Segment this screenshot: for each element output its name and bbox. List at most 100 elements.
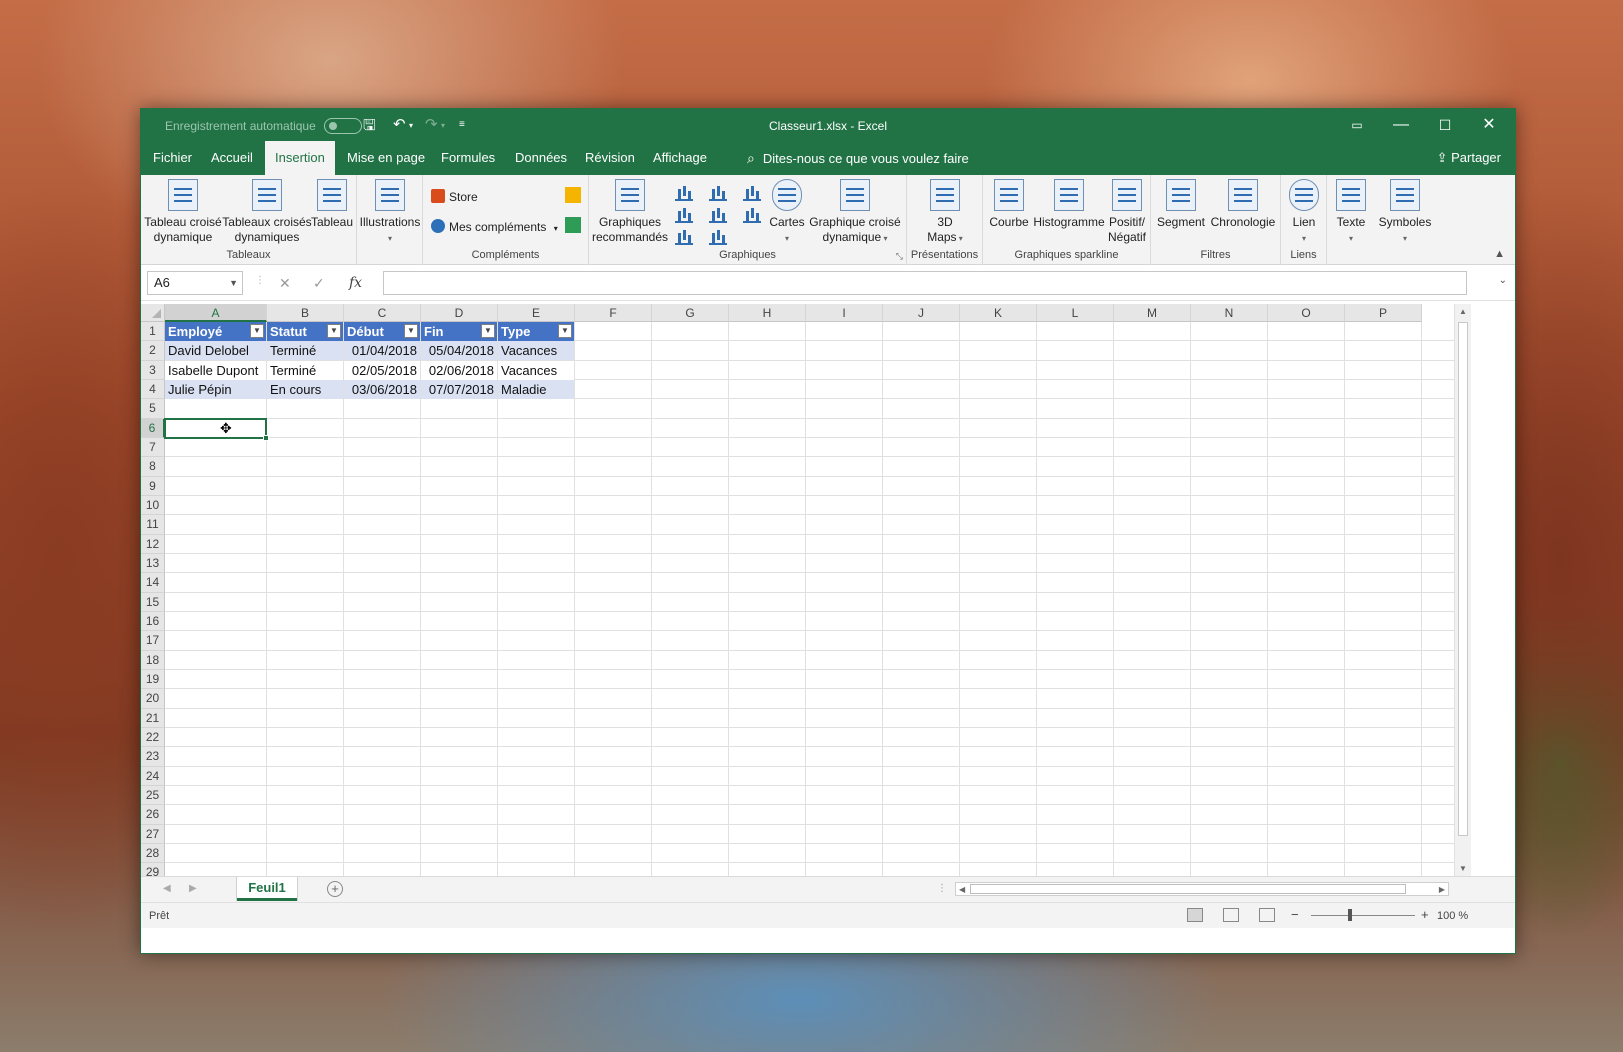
- column-header-n[interactable]: N: [1191, 304, 1268, 322]
- close-icon[interactable]: ✕: [1471, 113, 1507, 137]
- name-box[interactable]: A6 ▼: [147, 271, 243, 295]
- row-header-29[interactable]: 29: [141, 863, 165, 876]
- recommended-charts-button[interactable]: Graphiques recommandés: [591, 179, 669, 245]
- filter-dropdown-icon[interactable]: ▼: [404, 324, 418, 338]
- illustrations-button[interactable]: Illustrations ▾: [359, 179, 421, 246]
- column-header-b[interactable]: B: [267, 304, 344, 322]
- row-header-14[interactable]: 14: [141, 573, 165, 593]
- pie-chart-icon[interactable]: [675, 229, 693, 245]
- minimize-icon[interactable]: —: [1383, 113, 1419, 137]
- statistic-chart-icon[interactable]: [709, 207, 727, 223]
- collapse-ribbon-icon[interactable]: ▲: [1494, 248, 1505, 260]
- link-button[interactable]: Lien ▾: [1283, 179, 1325, 246]
- line-chart-icon[interactable]: [675, 207, 693, 223]
- ribbon-display-icon[interactable]: ▭: [1339, 113, 1375, 137]
- table-cell[interactable]: 07/07/2018: [421, 379, 497, 399]
- row-header-16[interactable]: 16: [141, 611, 165, 632]
- row-header-2[interactable]: 2: [141, 341, 165, 361]
- table-cell[interactable]: Julie Pépin: [165, 379, 266, 399]
- column-header-m[interactable]: M: [1114, 304, 1191, 322]
- tab-revision[interactable]: Révision: [575, 141, 645, 175]
- sparkline-winloss-button[interactable]: Positif/ Négatif: [1105, 179, 1149, 245]
- table-button[interactable]: Tableau: [309, 179, 355, 230]
- row-header-18[interactable]: 18: [141, 650, 165, 670]
- row-header-21[interactable]: 21: [141, 708, 165, 728]
- column-header-h[interactable]: H: [729, 304, 806, 322]
- table-cell[interactable]: 03/06/2018: [344, 379, 420, 399]
- column-header-a[interactable]: A: [165, 304, 267, 322]
- row-header-4[interactable]: 4: [141, 379, 165, 400]
- column-header-f[interactable]: F: [575, 304, 652, 322]
- tab-formules[interactable]: Formules: [431, 141, 505, 175]
- row-header-22[interactable]: 22: [141, 727, 165, 748]
- table-cell[interactable]: Vacances: [498, 360, 574, 380]
- tab-affichage[interactable]: Affichage: [643, 141, 717, 175]
- text-button[interactable]: Texte ▾: [1329, 179, 1373, 246]
- my-addins-button[interactable]: Mes compléments ▾: [431, 219, 558, 234]
- recommended-pivot-button[interactable]: Tableaux croisés dynamiques: [221, 179, 313, 245]
- row-header-25[interactable]: 25: [141, 785, 165, 806]
- horizontal-scroll-thumb[interactable]: [970, 884, 1406, 894]
- tab-accueil[interactable]: Accueil: [201, 141, 263, 175]
- page-break-view-icon[interactable]: [1259, 908, 1275, 922]
- filter-dropdown-icon[interactable]: ▼: [250, 324, 264, 338]
- row-header-23[interactable]: 23: [141, 747, 165, 767]
- scroll-up-icon[interactable]: ▲: [1459, 307, 1467, 316]
- cancel-icon[interactable]: ✕: [279, 275, 291, 292]
- table-header-cell[interactable]: Employé ▼: [165, 322, 266, 341]
- bing-maps-icon[interactable]: [565, 187, 581, 203]
- pivot-chart-button[interactable]: Graphique croisé dynamique ▾: [807, 179, 903, 246]
- add-sheet-icon[interactable]: +: [327, 881, 343, 897]
- row-header-11[interactable]: 11: [141, 515, 165, 535]
- scroll-down-icon[interactable]: ▼: [1459, 864, 1467, 873]
- formula-bar-splitter-icon[interactable]: ⋮: [255, 275, 265, 286]
- row-header-3[interactable]: 3: [141, 360, 165, 380]
- table-cell[interactable]: Isabelle Dupont: [165, 360, 266, 380]
- column-header-o[interactable]: O: [1268, 304, 1345, 322]
- row-header-7[interactable]: 7: [141, 437, 165, 458]
- sheet-tab-feuil1[interactable]: Feuil1: [237, 877, 297, 901]
- symbols-button[interactable]: Symboles ▾: [1377, 179, 1433, 246]
- combo-chart-icon[interactable]: [743, 207, 761, 223]
- column-header-d[interactable]: D: [421, 304, 498, 322]
- scatter-chart-icon[interactable]: [709, 229, 727, 245]
- row-header-13[interactable]: 13: [141, 553, 165, 574]
- table-cell[interactable]: Terminé: [267, 360, 343, 380]
- dialog-launcher-icon[interactable]: ⤡: [896, 251, 903, 262]
- zoom-out-icon[interactable]: −: [1291, 907, 1299, 922]
- maps-chart-button[interactable]: Cartes ▾: [765, 179, 809, 246]
- column-header-i[interactable]: I: [806, 304, 883, 322]
- table-cell[interactable]: Maladie: [498, 379, 574, 399]
- tab-insertion[interactable]: Insertion: [265, 141, 335, 175]
- expand-formula-bar-icon[interactable]: ⌄: [1499, 275, 1507, 286]
- row-header-10[interactable]: 10: [141, 495, 165, 516]
- table-header-cell[interactable]: Type ▼: [498, 322, 574, 341]
- table-cell[interactable]: David Delobel: [165, 341, 266, 361]
- tab-mise-en-page[interactable]: Mise en page: [337, 141, 435, 175]
- table-cell[interactable]: En cours: [267, 379, 343, 399]
- table-header-cell[interactable]: Début ▼: [344, 322, 420, 341]
- table-header-cell[interactable]: Statut ▼: [267, 322, 343, 341]
- tab-donnees[interactable]: Données: [505, 141, 577, 175]
- vertical-scrollbar[interactable]: ▲ ▼: [1454, 304, 1471, 876]
- column-header-c[interactable]: C: [344, 304, 421, 322]
- row-header-1[interactable]: 1: [141, 322, 165, 342]
- table-cell[interactable]: Vacances: [498, 341, 574, 361]
- column-header-l[interactable]: L: [1037, 304, 1114, 322]
- column-header-p[interactable]: P: [1345, 304, 1422, 322]
- share-button[interactable]: ⇪ Partager: [1437, 141, 1501, 175]
- zoom-slider-knob[interactable]: [1348, 909, 1352, 921]
- prev-sheet-icon[interactable]: ◀: [163, 883, 171, 894]
- column-header-e[interactable]: E: [498, 304, 575, 322]
- zoom-in-icon[interactable]: +: [1421, 907, 1429, 922]
- table-cell[interactable]: 02/05/2018: [344, 360, 420, 380]
- zoom-level[interactable]: 100 %: [1437, 910, 1468, 922]
- table-cell[interactable]: Terminé: [267, 341, 343, 361]
- tab-fichier[interactable]: Fichier: [143, 141, 202, 175]
- store-button[interactable]: Store: [431, 189, 478, 204]
- people-graph-icon[interactable]: [565, 217, 581, 233]
- tell-me-search[interactable]: ⌕ Dites-nous ce que vous voulez faire: [747, 141, 969, 175]
- timeline-button[interactable]: Chronologie: [1207, 179, 1279, 230]
- enter-icon[interactable]: ✓: [313, 275, 325, 292]
- waterfall-chart-icon[interactable]: [743, 185, 761, 201]
